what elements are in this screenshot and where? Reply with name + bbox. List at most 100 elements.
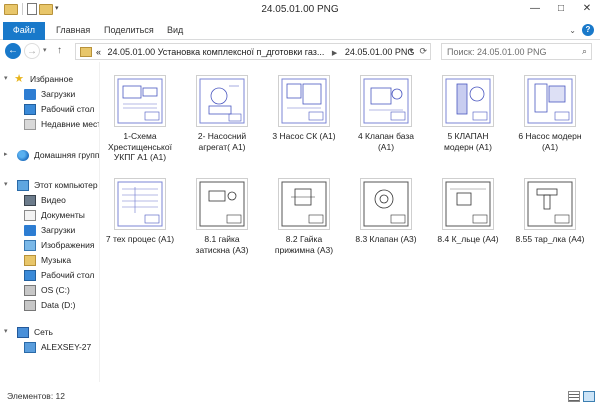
computer-icon <box>24 341 36 353</box>
file-item[interactable]: 8.3 Клапан (А3) <box>348 178 424 268</box>
file-name: Хрестищенської <box>108 141 172 152</box>
sidebar-item-images[interactable]: Изображения <box>24 238 94 252</box>
sidebar-item-label: Загрузки <box>41 89 76 99</box>
star-icon: ★ <box>14 72 24 85</box>
folder-icon <box>80 47 92 57</box>
sidebar-item-drive-c[interactable]: OS (C:) <box>24 283 70 297</box>
expand-ribbon-chevron-icon[interactable]: ⌄ <box>569 26 576 35</box>
sidebar-item-recent[interactable]: Недавние мест <box>24 117 100 131</box>
file-item[interactable]: 4 Клапан база (А1) <box>348 75 424 165</box>
close-button[interactable]: ✕ <box>580 2 594 16</box>
file-item[interactable]: 8.55 тар_лка (А4) <box>512 178 588 268</box>
sidebar-item-homegroup[interactable]: Домашняя групп <box>17 148 99 162</box>
sidebar-item-video[interactable]: Видео <box>24 193 66 207</box>
minimize-button[interactable]: — <box>528 2 542 16</box>
sidebar-item-favorites[interactable]: ★ Избранное <box>13 72 73 86</box>
expand-arrow-icon[interactable]: ▾ <box>4 180 8 188</box>
file-item[interactable]: 7 тех процес (А1) <box>102 178 178 268</box>
file-name: 2- Насосний <box>197 131 247 141</box>
file-name: 8.4 К_льце (А4) <box>437 234 499 244</box>
sidebar-item-desktop-pc[interactable]: Рабочий стол <box>24 268 94 282</box>
expand-arrow-icon[interactable]: ▸ <box>4 150 8 158</box>
image-thumbnail <box>524 178 576 230</box>
sidebar-item-this-pc[interactable]: Этот компьютер <box>17 178 98 192</box>
music-folder-icon <box>24 254 36 266</box>
file-name: (А1) <box>541 141 559 152</box>
sidebar-item-documents[interactable]: Документы <box>24 208 85 222</box>
recent-locations-chevron-icon[interactable]: ▾ <box>43 46 47 54</box>
file-item[interactable]: 2- Насосний агрегат( А1) <box>184 75 260 165</box>
maximize-button[interactable]: □ <box>554 2 568 16</box>
tab-home[interactable]: Главная <box>56 25 90 35</box>
tab-view[interactable]: Вид <box>167 25 183 35</box>
download-folder-icon <box>24 224 36 236</box>
sidebar-item-host[interactable]: ALEXSEY-27 <box>24 340 91 354</box>
tab-share[interactable]: Поделиться <box>104 25 154 35</box>
breadcrumb-parent[interactable]: 24.05.01.00 Установка комплексної п_дгот… <box>108 47 325 57</box>
sidebar-item-downloads[interactable]: Загрузки <box>24 87 75 101</box>
sidebar-item-label: Недавние мест <box>41 119 100 129</box>
details-view-icon[interactable] <box>568 391 580 402</box>
sidebar-item-desktop[interactable]: Рабочий стол <box>24 102 94 116</box>
sidebar-item-network[interactable]: Сеть <box>17 325 53 339</box>
up-button[interactable]: ↑ <box>57 45 62 56</box>
file-item[interactable]: 5 КЛАПАН модерн (А1) <box>430 75 506 165</box>
file-name: агрегат( А1) <box>198 141 246 152</box>
sidebar-item-label: Видео <box>41 195 66 205</box>
file-name: 8.55 тар_лка (А4) <box>515 234 585 244</box>
drive-icon <box>24 299 36 311</box>
breadcrumb-arrow-icon[interactable]: ▶ <box>332 50 337 57</box>
forward-button[interactable]: → <box>24 43 40 59</box>
file-item[interactable]: 8.4 К_льце (А4) <box>430 178 506 268</box>
sidebar-item-label: ALEXSEY-27 <box>41 342 92 352</box>
file-name: 3 Насос СК (А1) <box>272 131 336 141</box>
sidebar-item-drive-d[interactable]: Data (D:) <box>24 298 75 312</box>
file-name: (А1) <box>377 141 395 152</box>
desktop-icon <box>24 269 36 281</box>
image-thumbnail <box>196 75 248 127</box>
file-name: 8.3 Клапан (А3) <box>355 234 417 244</box>
sidebar-item-label: OS (C:) <box>41 285 70 295</box>
address-bar[interactable]: « 24.05.01.00 Установка комплексної п_дг… <box>75 43 431 60</box>
breadcrumb-overflow[interactable]: « <box>96 47 101 57</box>
file-name: 8.1 гайка <box>204 234 240 244</box>
ribbon-tabs: Файл Главная Поделиться Вид ⌄ ? <box>0 20 600 40</box>
large-icons-view-icon[interactable] <box>583 391 595 402</box>
documents-folder-icon <box>24 209 36 221</box>
expand-arrow-icon[interactable]: ▾ <box>4 327 8 335</box>
image-thumbnail <box>360 75 412 127</box>
image-thumbnail <box>278 178 330 230</box>
file-item[interactable]: 6 Насос модерн (А1) <box>512 75 588 165</box>
file-name: модерн (А1) <box>444 141 492 152</box>
search-input[interactable] <box>442 44 572 59</box>
sidebar-item-music[interactable]: Музыка <box>24 253 71 267</box>
sidebar-item-label: Избранное <box>30 74 74 84</box>
file-item[interactable]: 1-Схема Хрестищенської УКПГ А1 (А1) <box>102 75 178 165</box>
sidebar-item-label: Сеть <box>34 327 53 337</box>
tab-file[interactable]: Файл <box>3 22 45 40</box>
image-thumbnail <box>442 75 494 127</box>
back-button[interactable]: ← <box>5 43 21 59</box>
video-folder-icon <box>24 194 36 206</box>
image-thumbnail <box>524 75 576 127</box>
item-count: Элементов: 12 <box>7 391 65 401</box>
file-item[interactable]: 8.1 гайка затискна (А3) <box>184 178 260 268</box>
window-title: 24.05.01.00 PNG <box>261 4 339 15</box>
help-icon[interactable]: ? <box>582 24 594 36</box>
sidebar-item-downloads-pc[interactable]: Загрузки <box>24 223 75 237</box>
expand-arrow-icon[interactable]: ▾ <box>4 74 8 82</box>
search-icon[interactable]: ⌕ <box>582 46 587 57</box>
file-item[interactable]: 3 Насос СК (А1) <box>266 75 342 165</box>
file-item[interactable]: 8.2 Гайка прижимна (А3) <box>266 178 342 268</box>
title-bar: ▾ 24.05.01.00 PNG — □ ✕ <box>0 0 600 20</box>
network-icon <box>17 326 29 338</box>
search-box[interactable]: ⌕ <box>441 43 592 60</box>
file-name: 8.2 Гайка <box>285 234 323 244</box>
address-history-chevron-icon[interactable]: ▾ <box>409 47 413 55</box>
file-name: 4 Клапан база <box>357 131 415 141</box>
homegroup-icon <box>17 149 29 161</box>
file-name: затискна (А3) <box>195 244 249 255</box>
refresh-icon[interactable]: ⟳ <box>419 46 427 57</box>
image-thumbnail <box>278 75 330 127</box>
breadcrumb-current[interactable]: 24.05.01.00 PNG <box>345 47 415 57</box>
